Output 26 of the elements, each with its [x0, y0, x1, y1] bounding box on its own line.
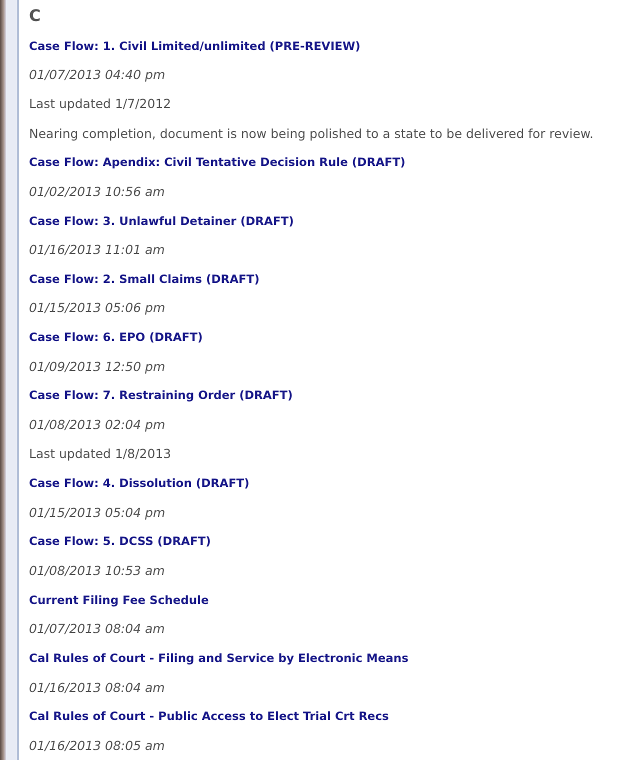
document-link[interactable]: Case Flow: 7. Restraining Order (DRAFT) — [29, 388, 293, 402]
document-date: 01/08/2013 02:04 pm — [29, 417, 166, 432]
document-link[interactable]: Current Filing Fee Schedule — [29, 592, 209, 607]
document-date: 01/16/2013 08:04 am — [29, 680, 165, 695]
document-date: 01/15/2013 05:04 pm — [29, 504, 166, 520]
document-note: Nearing completion, document is now being polished to a state to be delivered for review. — [29, 126, 594, 141]
document-link[interactable]: Case Flow: 3. Unlawful Detainer (DRAFT) — [29, 214, 294, 228]
document-date: 01/16/2013 08:05 am — [29, 738, 165, 753]
document-note: Last updated 1/7/2012 — [29, 96, 172, 112]
document-date: 01/07/2013 04:40 pm — [29, 67, 166, 82]
document-date: 01/16/2013 11:01 am — [29, 242, 165, 258]
document-date: 01/09/2013 12:50 pm — [29, 358, 166, 374]
document-link[interactable]: Case Flow: Apendix: Civil Tentative Decision Rule (DRAFT) — [29, 155, 406, 170]
document-link[interactable]: Cal Rules of Court - Filing and Service by Electronic Means — [29, 650, 408, 665]
section-letter: C — [29, 5, 42, 27]
document-date: 01/08/2013 10:53 am — [29, 562, 165, 578]
document-link[interactable]: Case Flow: 4. Dissolution (DRAFT) — [29, 476, 250, 490]
document-link[interactable]: Case Flow: 2. Small Claims (DRAFT) — [29, 272, 260, 286]
document-date: 01/15/2013 05:06 pm — [29, 300, 166, 316]
document-date: 01/02/2013 10:56 am — [29, 184, 165, 199]
document-date: 01/07/2013 08:04 am — [29, 621, 165, 636]
document-link[interactable]: Case Flow: 1. Civil Limited/unlimited (PRE-REVIEW) — [29, 38, 360, 53]
document-link[interactable]: Case Flow: 6. EPO (DRAFT) — [29, 330, 203, 344]
document-link[interactable]: Cal Rules of Court - Public Access to Elect Trial Crt Recs — [29, 709, 389, 724]
document-link[interactable]: Case Flow: 5. DCSS (DRAFT) — [29, 534, 211, 548]
document-note: Last updated 1/8/2013 — [29, 446, 172, 462]
